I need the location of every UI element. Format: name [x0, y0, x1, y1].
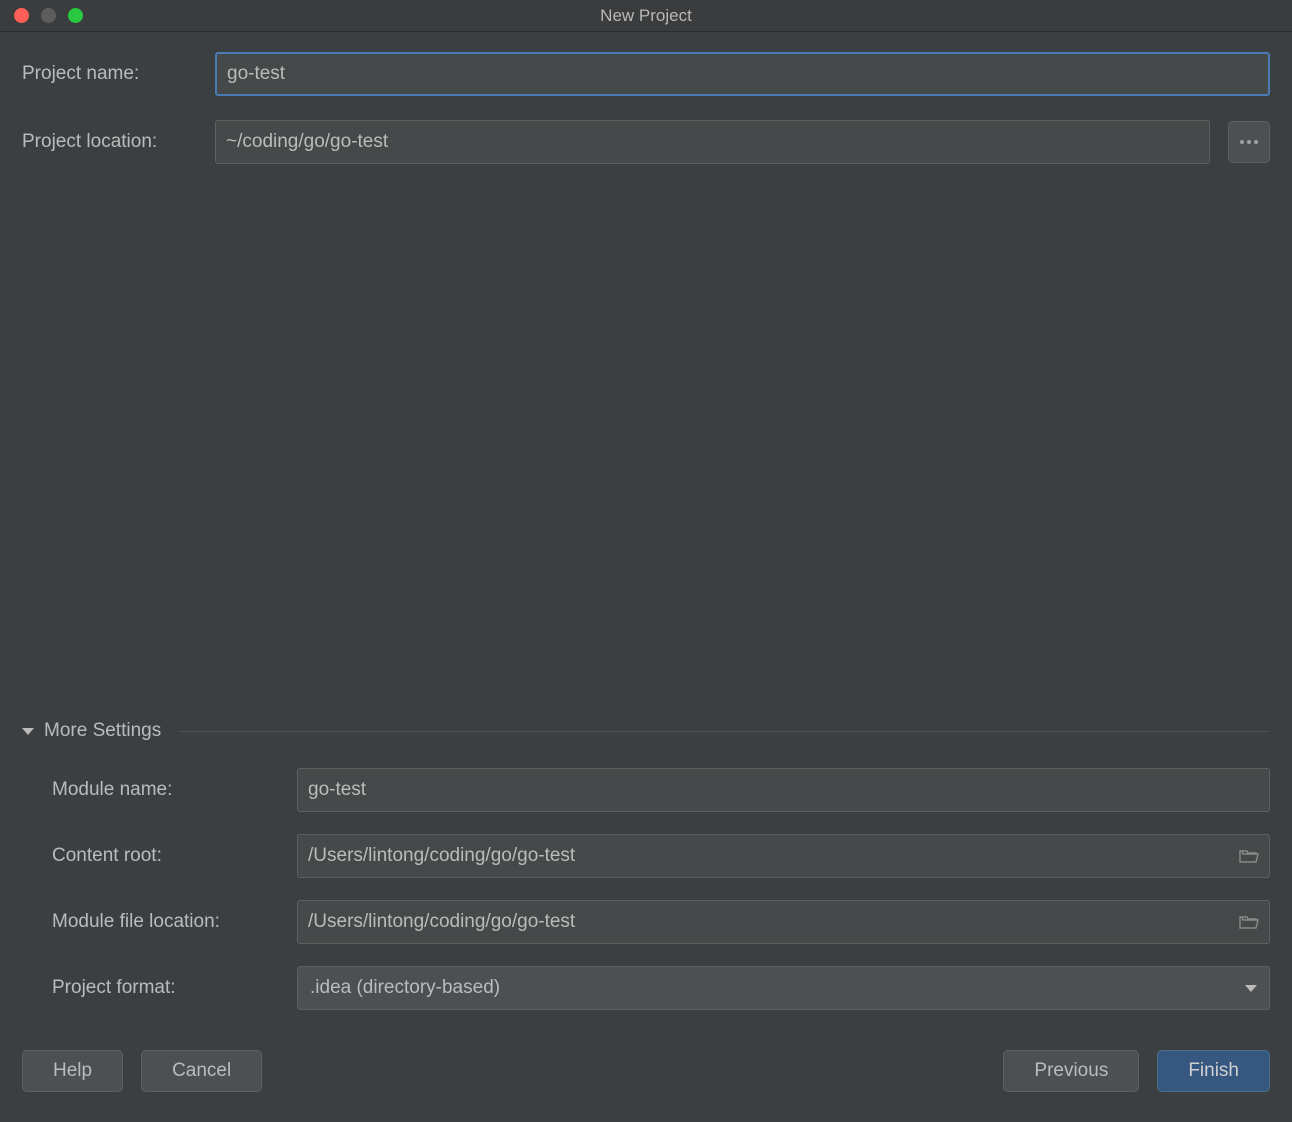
module-name-label: Module name: [52, 779, 297, 801]
folder-open-icon[interactable] [1239, 848, 1259, 864]
dialog-buttons: Help Cancel Previous Finish [22, 1010, 1270, 1122]
content-root-row: Content root: /Users/lintong/coding/go/g… [52, 834, 1270, 878]
project-name-row: Project name: [22, 52, 1270, 96]
help-button[interactable]: Help [22, 1050, 123, 1092]
dialog-content: Project name: Project location: More Set… [0, 32, 1292, 1122]
chevron-down-icon [1245, 985, 1257, 992]
close-window-button[interactable] [14, 8, 29, 23]
finish-button[interactable]: Finish [1157, 1050, 1270, 1092]
content-root-value: /Users/lintong/coding/go/go-test [308, 845, 1239, 867]
ellipsis-icon [1240, 140, 1258, 144]
browse-location-button[interactable] [1228, 121, 1270, 163]
folder-open-icon[interactable] [1239, 914, 1259, 930]
previous-button[interactable]: Previous [1003, 1050, 1139, 1092]
project-location-input[interactable] [215, 120, 1210, 164]
more-settings-header[interactable]: More Settings [22, 720, 1270, 742]
project-format-value: .idea (directory-based) [310, 977, 1245, 999]
project-format-label: Project format: [52, 977, 297, 999]
content-root-input[interactable]: /Users/lintong/coding/go/go-test [297, 834, 1270, 878]
minimize-window-button[interactable] [41, 8, 56, 23]
project-name-label: Project name: [22, 63, 197, 85]
cancel-button[interactable]: Cancel [141, 1050, 262, 1092]
project-location-row: Project location: [22, 120, 1270, 164]
more-settings-section: More Settings Module name: Content root:… [22, 720, 1270, 1010]
module-file-location-row: Module file location: /Users/lintong/cod… [52, 900, 1270, 944]
module-name-row: Module name: [52, 768, 1270, 812]
titlebar: New Project [0, 0, 1292, 32]
module-name-input[interactable] [297, 768, 1270, 812]
more-settings-title: More Settings [44, 720, 161, 742]
project-format-row: Project format: .idea (directory-based) [52, 966, 1270, 1010]
section-divider [179, 731, 1270, 732]
project-name-input[interactable] [215, 52, 1270, 96]
module-file-location-label: Module file location: [52, 911, 297, 933]
project-location-label: Project location: [22, 131, 197, 153]
window-title: New Project [600, 6, 692, 26]
module-file-location-input[interactable]: /Users/lintong/coding/go/go-test [297, 900, 1270, 944]
maximize-window-button[interactable] [68, 8, 83, 23]
disclosure-triangle-icon [22, 728, 34, 735]
project-form: Project name: Project location: [22, 52, 1270, 164]
more-settings-rows: Module name: Content root: /Users/linton… [22, 768, 1270, 1010]
project-format-select[interactable]: .idea (directory-based) [297, 966, 1270, 1010]
content-root-label: Content root: [52, 845, 297, 867]
window-controls [0, 8, 83, 23]
module-file-location-value: /Users/lintong/coding/go/go-test [308, 911, 1239, 933]
